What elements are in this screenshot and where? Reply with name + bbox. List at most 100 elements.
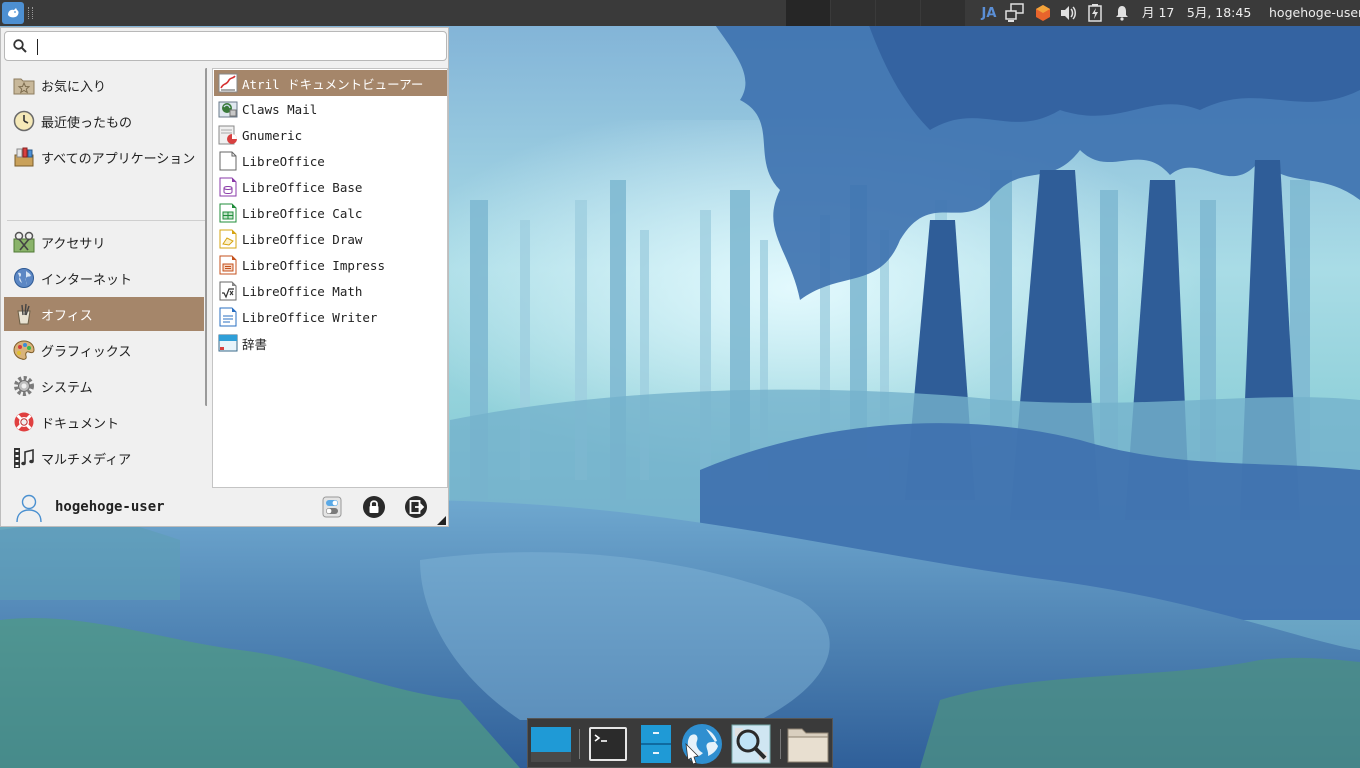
dock-show-desktop[interactable] (529, 722, 573, 766)
volume-icon[interactable] (1058, 0, 1080, 26)
app-libreoffice-math[interactable]: LibreOffice Math (214, 278, 447, 304)
multimedia-icon (13, 447, 35, 469)
menu-footer: hogehoge-user (1, 490, 448, 526)
lock-screen-button[interactable] (362, 495, 386, 519)
workspace-1[interactable] (786, 0, 830, 26)
app-label: LibreOffice Base (242, 179, 363, 195)
app-label: LibreOffice Writer (242, 309, 378, 325)
notification-bell-icon[interactable] (1111, 0, 1133, 26)
app-label: Gnumeric (242, 127, 303, 143)
claws-mail-icon (218, 99, 238, 119)
libreoffice-draw-icon (218, 229, 238, 249)
app-dictionary[interactable]: 辞書 (214, 330, 447, 356)
workspace-2[interactable] (831, 0, 875, 26)
category-scrollbar[interactable] (205, 68, 207, 406)
app-finder-icon (731, 724, 771, 764)
whisker-menu-button[interactable] (2, 2, 24, 24)
dictionary-icon (218, 333, 238, 353)
app-gnumeric[interactable]: Gnumeric (214, 122, 447, 148)
app-atril[interactable]: Atril ドキュメントビューアー (214, 70, 447, 96)
category-label: マルチメディア (41, 452, 132, 468)
app-label: 辞書 (242, 336, 268, 352)
development-icon (13, 483, 35, 488)
system-icon (13, 375, 35, 397)
category-label: 最近使ったもの (41, 115, 133, 131)
dock-web-browser[interactable] (680, 722, 724, 766)
search-icon (13, 39, 27, 57)
app-label: LibreOffice Impress (242, 257, 385, 273)
app-libreoffice-calc[interactable]: LibreOffice Calc (214, 200, 447, 226)
dock-home-folder[interactable] (786, 722, 830, 766)
dock-terminal[interactable] (586, 722, 630, 766)
app-claws-mail[interactable]: Claws Mail (214, 96, 447, 122)
category-all-applications[interactable]: すべてのアプリケーション (4, 140, 204, 174)
logout-icon (405, 496, 427, 518)
input-method-indicator[interactable]: JA (978, 0, 1000, 26)
internet-icon (13, 267, 35, 289)
web-browser-icon (682, 724, 722, 765)
top-panel: JA 月 17 5月, 18:45 hogehoge-user (0, 0, 1360, 26)
dock-file-manager[interactable] (634, 722, 678, 766)
app-libreoffice-impress[interactable]: LibreOffice Impress (214, 252, 447, 278)
recent-icon (13, 110, 35, 132)
favorites-icon (13, 74, 35, 96)
category-accessories[interactable]: アクセサリ (4, 225, 204, 259)
panel-handle[interactable] (28, 7, 33, 19)
app-label: Atril ドキュメントビューアー (242, 76, 424, 92)
whisker-menu: お気に入り 最近使ったもの すべてのアプリケーション アクセサリ インターネット… (0, 27, 449, 527)
all-applications-icon (13, 146, 35, 168)
gnumeric-icon (218, 125, 238, 145)
category-list[interactable]: お気に入り 最近使ったもの すべてのアプリケーション アクセサリ インターネット… (4, 68, 207, 488)
category-label: オフィス (41, 308, 93, 324)
libreoffice-icon (218, 151, 238, 171)
category-recent[interactable]: 最近使ったもの (4, 104, 204, 138)
app-libreoffice-draw[interactable]: LibreOffice Draw (214, 226, 447, 252)
category-label: インターネット (41, 272, 133, 288)
category-label: グラフィックス (41, 344, 132, 360)
search-input[interactable] (33, 36, 433, 56)
network-icon[interactable] (1004, 0, 1028, 26)
search-box[interactable] (4, 31, 447, 61)
logout-button[interactable] (404, 495, 428, 519)
category-favorites[interactable]: お気に入り (4, 68, 204, 102)
dock-separator (780, 729, 781, 759)
app-libreoffice-base[interactable]: LibreOffice Base (214, 174, 447, 200)
category-office[interactable]: オフィス (4, 297, 204, 331)
terminal-icon (589, 727, 627, 761)
lock-icon (363, 496, 385, 518)
libreoffice-base-icon (218, 177, 238, 197)
libreoffice-math-icon (218, 281, 238, 301)
show-desktop-icon (531, 727, 571, 762)
app-libreoffice[interactable]: LibreOffice (214, 148, 447, 174)
category-label: システム (41, 380, 93, 396)
category-documentation[interactable]: ドキュメント (4, 405, 204, 439)
category-system[interactable]: システム (4, 369, 204, 403)
help-icon (13, 411, 35, 433)
dock-app-finder[interactable] (729, 722, 773, 766)
category-graphics[interactable]: グラフィックス (4, 333, 204, 367)
atril-icon (218, 73, 238, 93)
app-label: LibreOffice Draw (242, 231, 363, 247)
update-notifier-icon[interactable] (1032, 0, 1054, 26)
settings-manager-button[interactable] (320, 495, 344, 519)
app-label: LibreOffice (242, 153, 325, 169)
category-internet[interactable]: インターネット (4, 261, 204, 295)
workspace-3[interactable] (876, 0, 920, 26)
application-list[interactable]: Atril ドキュメントビューアー Claws Mail Gnumeric Li… (212, 68, 448, 488)
libreoffice-calc-icon (218, 203, 238, 223)
category-development[interactable]: 開発 (4, 477, 204, 488)
graphics-icon (13, 339, 35, 361)
menu-resize-grip[interactable] (437, 516, 446, 525)
category-multimedia[interactable]: マルチメディア (4, 441, 204, 475)
text-caret (37, 39, 38, 55)
battery-icon[interactable] (1084, 0, 1106, 26)
panel-username[interactable]: hogehoge-user (1269, 0, 1360, 26)
workspace-4[interactable] (921, 0, 965, 26)
clock[interactable]: 月 17 5月, 18:45 (1142, 0, 1251, 26)
category-label: 開発 (41, 485, 67, 489)
app-libreoffice-writer[interactable]: LibreOffice Writer (214, 304, 447, 330)
file-manager-icon (641, 725, 671, 763)
app-label: Claws Mail (242, 101, 318, 117)
menu-username: hogehoge-user (55, 499, 165, 515)
bottom-dock (527, 718, 833, 768)
